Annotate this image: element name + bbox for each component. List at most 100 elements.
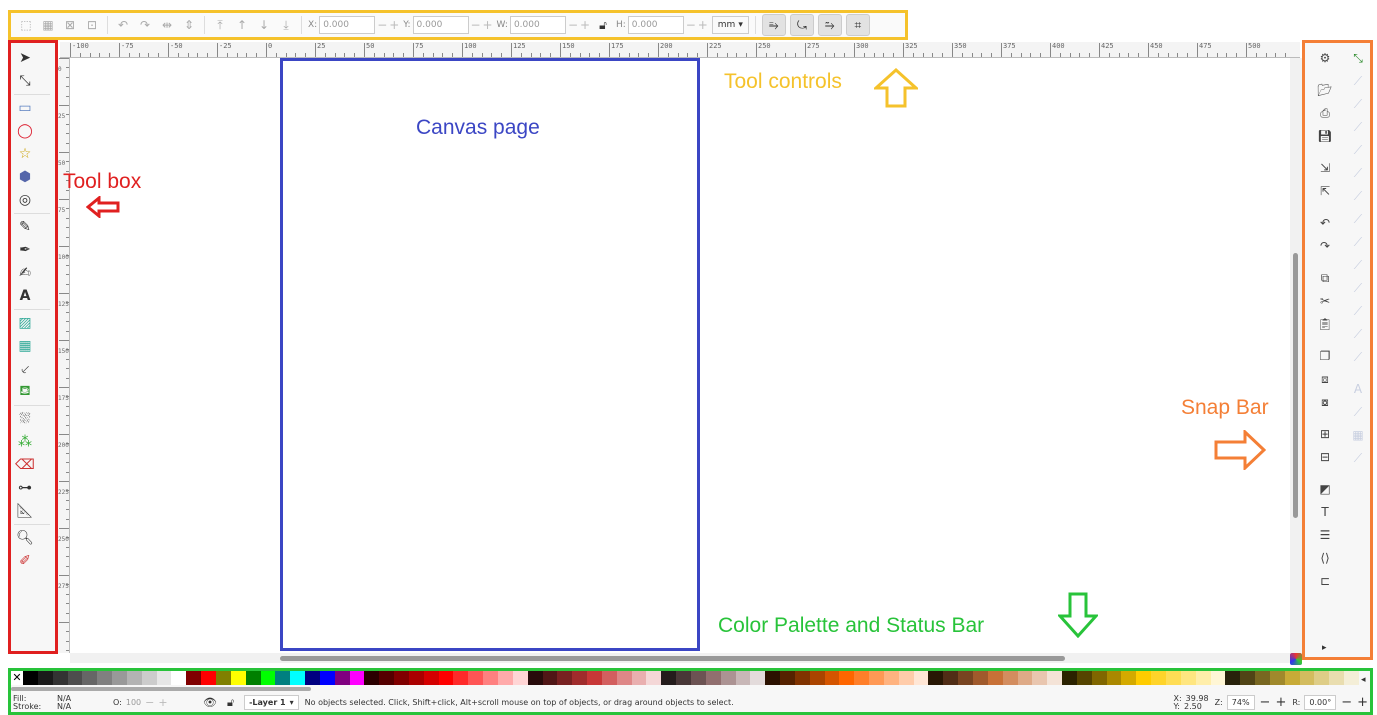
color-swatch[interactable] xyxy=(82,671,98,685)
color-swatch[interactable] xyxy=(750,671,766,685)
snap-cusp-icon[interactable]: ⟋ xyxy=(1347,255,1369,275)
color-swatch[interactable] xyxy=(1106,671,1122,685)
color-swatch[interactable] xyxy=(572,671,588,685)
vertical-ruler[interactable]: 0 25 50 75 100 125 150 175 200 225 250 275 xyxy=(58,58,70,653)
color-swatch[interactable] xyxy=(646,671,662,685)
document-properties-icon[interactable]: ⚙ xyxy=(1314,48,1336,68)
horizontal-ruler[interactable]: -100 -75 -50 -25 0 25 50 75 100 125 150 175 200 225 25… xyxy=(60,42,1300,58)
color-swatch[interactable] xyxy=(943,671,959,685)
group-icon[interactable]: ⊞ xyxy=(1314,424,1336,444)
eraser-tool-icon[interactable]: ⌫ xyxy=(14,455,36,475)
color-swatch[interactable] xyxy=(1047,671,1063,685)
paste-icon[interactable]: 📋︎ xyxy=(1314,314,1336,334)
tweak-tool-icon[interactable]: ⛆ xyxy=(14,409,36,429)
rotate-ccw-icon[interactable]: ↶ xyxy=(114,16,132,34)
color-swatch[interactable] xyxy=(186,671,202,685)
text-tool-icon[interactable]: A xyxy=(14,286,36,306)
color-swatch[interactable] xyxy=(408,671,424,685)
color-swatch[interactable] xyxy=(498,671,513,685)
color-swatch[interactable] xyxy=(1195,671,1211,685)
ungroup-icon[interactable]: ⊟ xyxy=(1314,447,1336,467)
selector-tool-icon[interactable]: ➤ xyxy=(14,48,36,68)
lpe-tool-icon[interactable]: ✐ xyxy=(14,551,36,571)
snap-bbox-midpoint-icon[interactable]: ⟋ xyxy=(1347,140,1369,160)
select-all-layers-icon[interactable]: ▦ xyxy=(39,16,57,34)
horizontal-scroll-thumb[interactable] xyxy=(280,656,1065,661)
color-swatch[interactable] xyxy=(809,671,825,685)
decrement-w-button[interactable]: − xyxy=(568,18,578,32)
raise-icon[interactable]: ↑ xyxy=(233,16,251,34)
color-swatch[interactable] xyxy=(23,671,38,685)
color-swatch[interactable] xyxy=(973,671,988,685)
layer-select[interactable]: -Layer 1 ▾ xyxy=(244,695,299,710)
color-swatch[interactable] xyxy=(765,671,781,685)
rotate-increment-button[interactable]: + xyxy=(1357,695,1368,710)
color-swatch[interactable] xyxy=(854,671,870,685)
color-swatch[interactable] xyxy=(601,671,617,685)
unit-select[interactable]: mm ▾ xyxy=(711,16,749,34)
snap-guide-icon[interactable]: ⟋ xyxy=(1347,448,1369,468)
y-input[interactable] xyxy=(412,16,469,34)
color-swatch[interactable] xyxy=(1314,671,1330,685)
vertical-scroll-thumb[interactable] xyxy=(1293,253,1298,518)
stroke-value[interactable]: N/A xyxy=(57,702,113,711)
color-swatch[interactable] xyxy=(1136,671,1152,685)
opacity-increment-button[interactable]: + xyxy=(158,696,167,709)
decrement-h-button[interactable]: − xyxy=(686,18,696,32)
color-swatch[interactable] xyxy=(1255,671,1270,685)
color-swatch[interactable] xyxy=(1121,671,1137,685)
color-swatch[interactable] xyxy=(1344,671,1359,685)
color-swatch[interactable] xyxy=(883,671,899,685)
x-input[interactable] xyxy=(319,16,376,34)
snap-page-border-icon[interactable]: ⟋ xyxy=(1347,402,1369,422)
paint-bucket-tool-icon[interactable]: ⛾ xyxy=(14,382,36,402)
color-swatch[interactable] xyxy=(1017,671,1033,685)
scale-stroke-button[interactable]: ⥱ xyxy=(761,14,786,36)
duplicate-icon[interactable]: ❐ xyxy=(1314,346,1336,366)
ellipse-tool-icon[interactable]: ◯ xyxy=(14,121,36,141)
color-swatch[interactable] xyxy=(319,671,335,685)
color-swatch[interactable] xyxy=(112,671,127,685)
no-paint-swatch[interactable]: ✕ xyxy=(11,671,23,685)
color-swatch[interactable] xyxy=(52,671,68,685)
color-swatch[interactable] xyxy=(468,671,484,685)
gradient-tool-icon[interactable]: ▨ xyxy=(14,313,36,333)
decrement-x-button[interactable]: − xyxy=(377,18,387,32)
color-swatch[interactable] xyxy=(1210,671,1226,685)
increment-h-button[interactable]: + xyxy=(698,18,708,32)
increment-x-button[interactable]: + xyxy=(389,18,399,32)
cut-icon[interactable]: ✂ xyxy=(1314,291,1336,311)
color-swatch[interactable] xyxy=(557,671,573,685)
color-swatch[interactable] xyxy=(898,671,914,685)
increment-y-button[interactable]: + xyxy=(483,18,493,32)
snap-center-icon[interactable]: ⟋ xyxy=(1347,324,1369,344)
layer-visibility-icon[interactable]: 👁︎ xyxy=(203,696,217,709)
color-swatch[interactable] xyxy=(67,671,83,685)
color-swatch[interactable] xyxy=(230,671,246,685)
color-swatch[interactable] xyxy=(349,671,365,685)
color-swatch[interactable] xyxy=(97,671,113,685)
color-swatch[interactable] xyxy=(453,671,469,685)
horizontal-scrollbar[interactable] xyxy=(70,653,1290,663)
align-icon[interactable]: ⊏ xyxy=(1314,571,1336,591)
layer-lock-icon[interactable]: 🔓︎ xyxy=(227,696,234,710)
color-swatch[interactable] xyxy=(394,671,409,685)
color-swatch[interactable] xyxy=(690,671,706,685)
color-swatch[interactable] xyxy=(839,671,855,685)
raise-to-top-icon[interactable]: ⤒ xyxy=(211,16,229,34)
color-swatch[interactable] xyxy=(1032,671,1048,685)
color-swatch[interactable] xyxy=(928,671,944,685)
snap-bbox-center-icon[interactable]: ⟋ xyxy=(1347,163,1369,183)
select-same-icon[interactable]: ⊡ xyxy=(83,16,101,34)
color-swatch[interactable] xyxy=(141,671,157,685)
rectangle-tool-icon[interactable]: ▭ xyxy=(14,98,36,118)
snap-grid-icon[interactable]: ▦ xyxy=(1347,425,1369,445)
color-swatch[interactable] xyxy=(794,671,810,685)
color-swatch[interactable] xyxy=(824,671,840,685)
color-swatch[interactable] xyxy=(290,671,306,685)
color-swatch[interactable] xyxy=(1225,671,1241,685)
xml-editor-icon[interactable]: ⟨⟩ xyxy=(1314,548,1336,568)
color-swatch[interactable] xyxy=(676,671,691,685)
move-patterns-button[interactable]: ⌗ xyxy=(845,14,870,36)
connector-tool-icon[interactable]: ⊶ xyxy=(14,478,36,498)
